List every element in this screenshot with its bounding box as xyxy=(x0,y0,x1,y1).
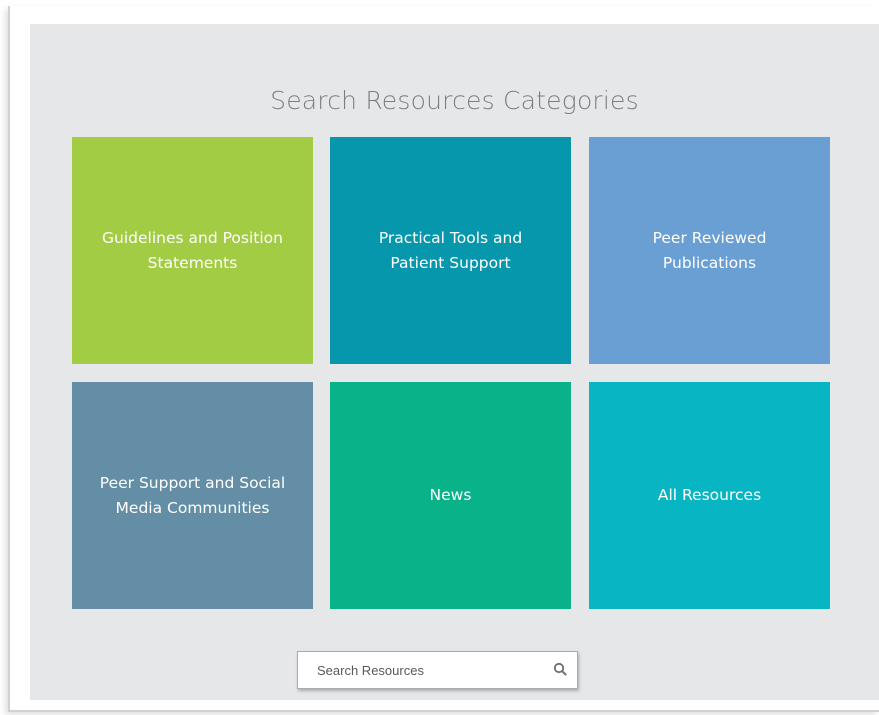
category-tile-peer-support[interactable]: Peer Support and Social Media Communitie… xyxy=(72,382,313,609)
category-label: News xyxy=(429,486,472,505)
category-label: Guidelines and Position Statements xyxy=(102,229,283,272)
category-tile-news[interactable]: News xyxy=(330,382,571,609)
resources-panel: Search Resources Categories Guidelines a… xyxy=(30,24,879,700)
category-tile-guidelines[interactable]: Guidelines and Position Statements xyxy=(72,137,313,364)
category-label: Peer Support and Social Media Communitie… xyxy=(99,474,286,517)
category-label: All Resources xyxy=(657,486,762,505)
search-box xyxy=(297,651,578,689)
category-label: Peer Reviewed Publications xyxy=(652,229,767,272)
category-tile-practical-tools[interactable]: Practical Tools and Patient Support xyxy=(330,137,571,364)
search-input[interactable] xyxy=(298,652,548,688)
category-label: Practical Tools and Patient Support xyxy=(378,229,523,272)
category-tile-peer-reviewed[interactable]: Peer Reviewed Publications xyxy=(589,137,830,364)
category-tile-all-resources[interactable]: All Resources xyxy=(589,382,830,609)
search-icon[interactable] xyxy=(551,660,571,680)
page-title: Search Resources Categories xyxy=(270,86,639,115)
